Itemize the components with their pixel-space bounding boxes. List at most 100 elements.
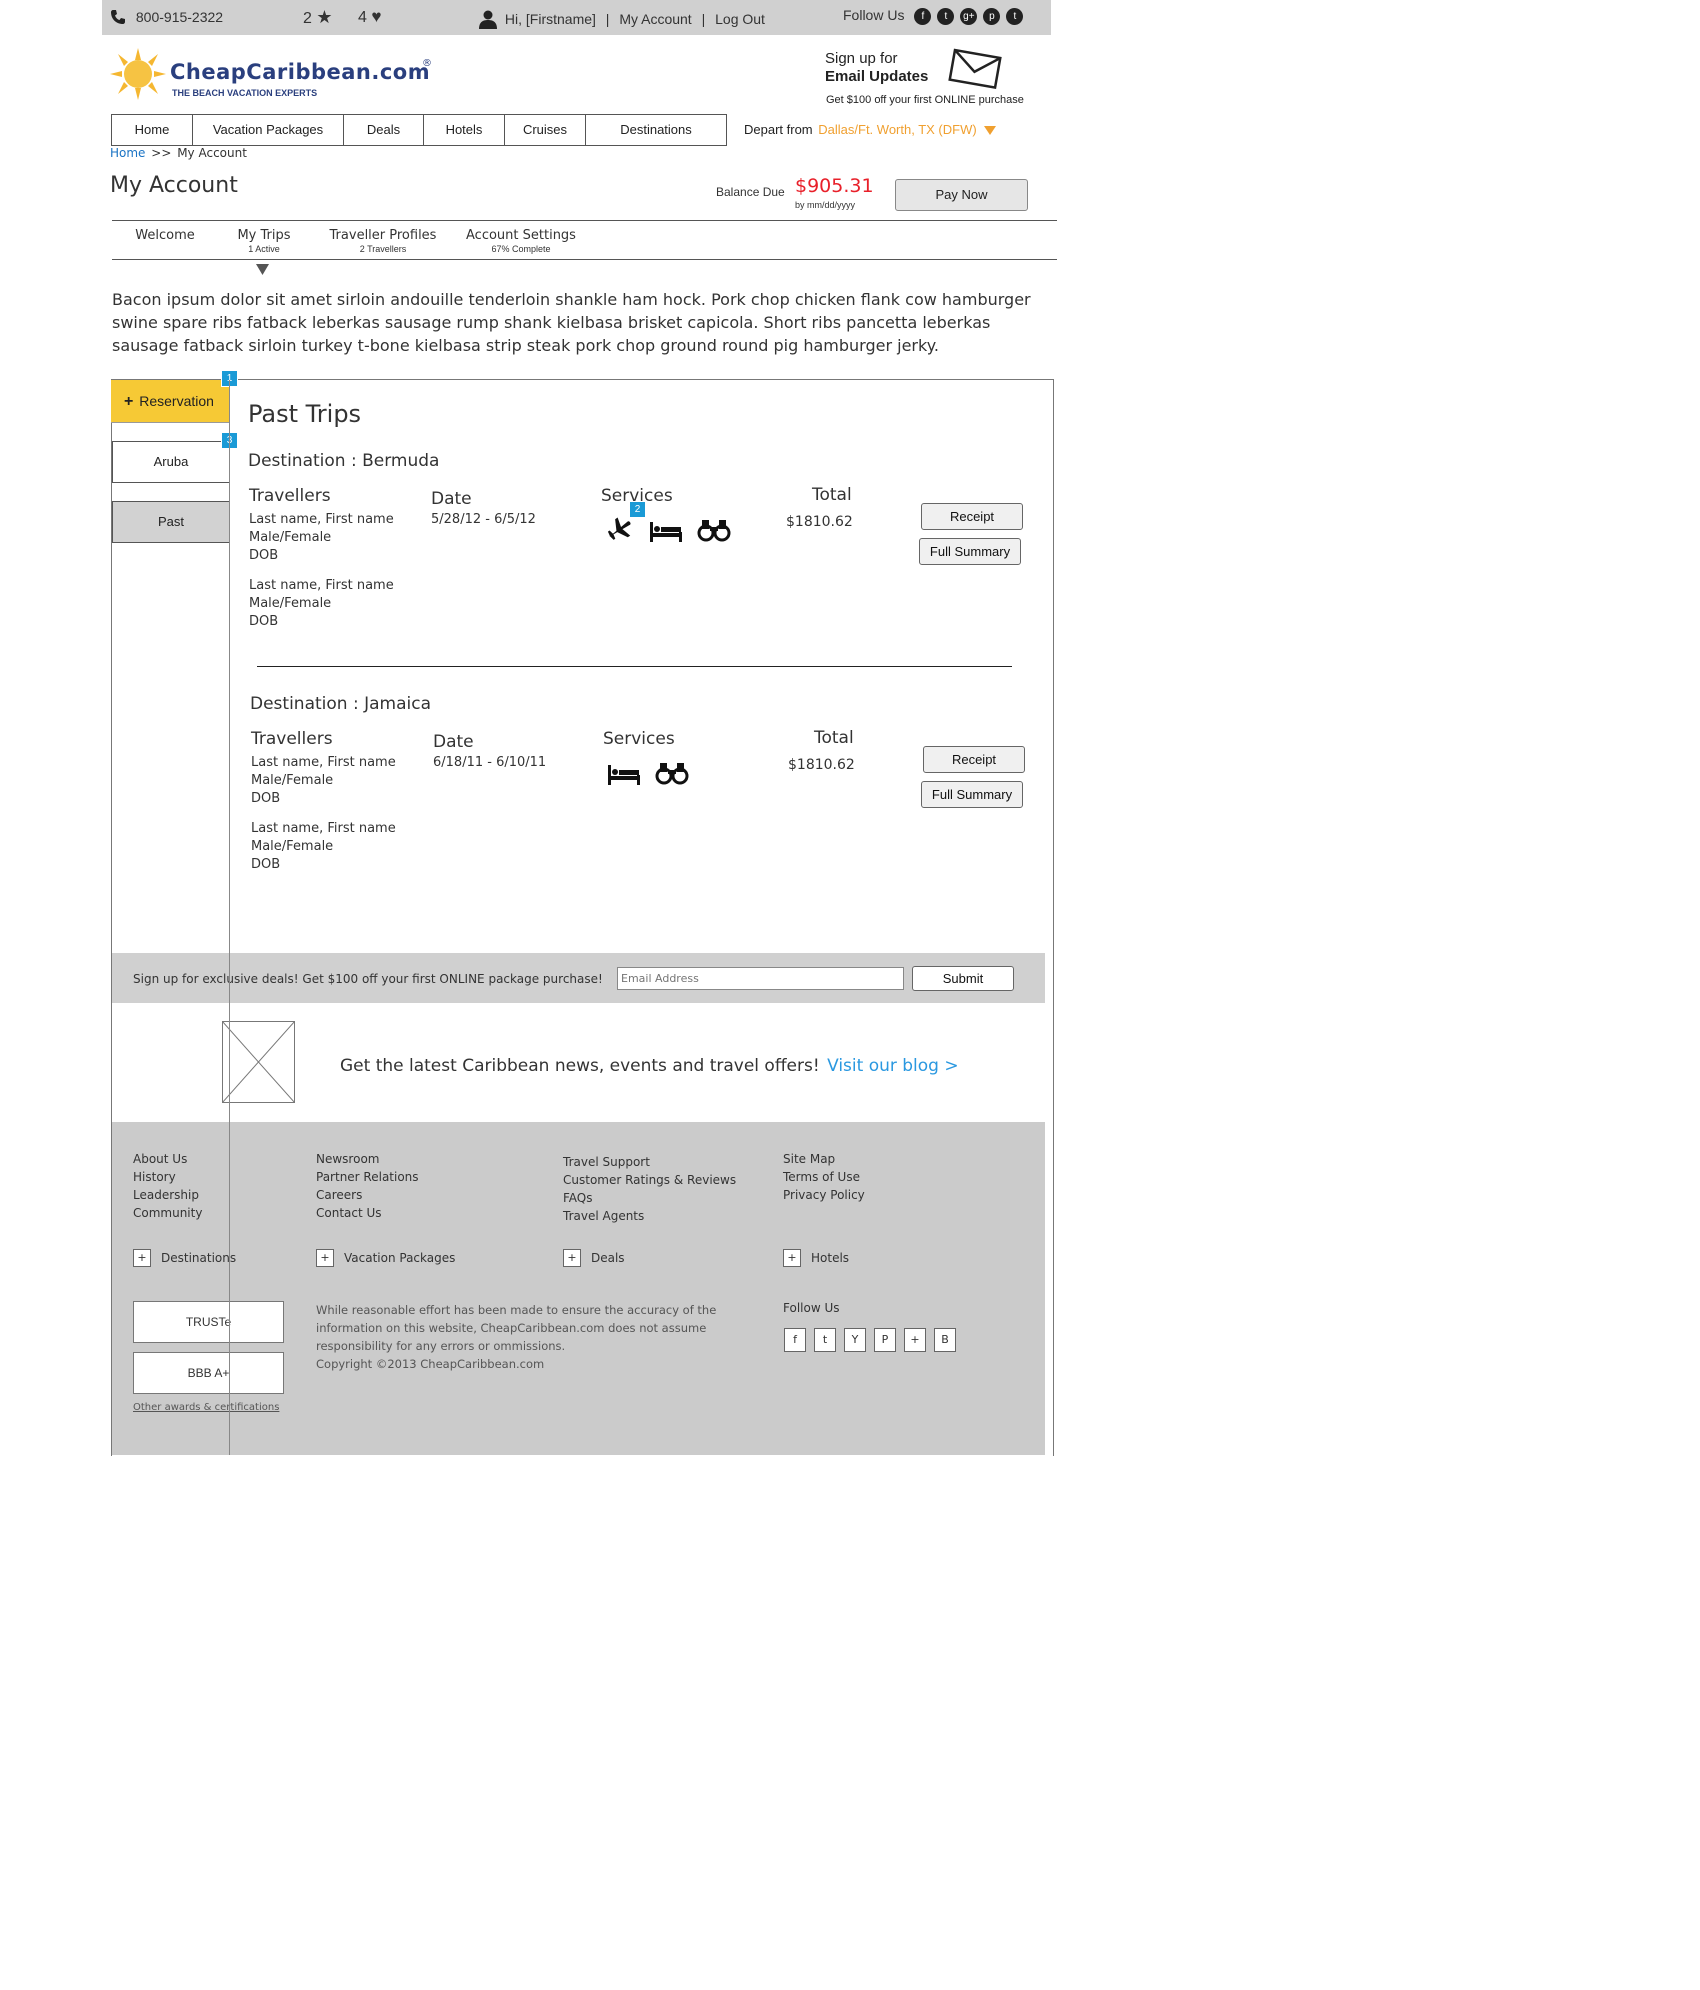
footer-link-privacy-policy[interactable]: Privacy Policy [783, 1186, 865, 1204]
reservation-button[interactable]: + Reservation [111, 380, 229, 423]
footer-link-customer-ratings-reviews[interactable]: Customer Ratings & Reviews [563, 1171, 736, 1189]
footer-expander-hotels[interactable]: + Hotels [783, 1249, 849, 1267]
date-header: Date [433, 732, 474, 752]
plane-icon[interactable] [605, 517, 633, 547]
footer-expander-label: Hotels [811, 1251, 850, 1265]
pinterest-icon[interactable]: p [983, 7, 1001, 25]
tab-my-trips[interactable]: My Trips 1 Active [226, 228, 302, 254]
nav-item-deals[interactable]: Deals [344, 115, 424, 145]
disclaimer-line: While reasonable effort has been made to… [316, 1303, 717, 1317]
trip-dates: 6/18/11 - 6/10/11 [433, 755, 547, 770]
footer-link-history[interactable]: History [133, 1168, 176, 1186]
registered-mark: ® [422, 58, 432, 69]
binoculars-icon[interactable] [697, 518, 731, 546]
traveller-gender: Male/Female [249, 596, 332, 611]
binoculars-icon[interactable] [655, 761, 689, 789]
footer-expander-destinations[interactable]: + Destinations [133, 1249, 236, 1267]
active-tab-indicator-icon [256, 260, 269, 279]
sidebar-divider [229, 380, 230, 1455]
full-summary-button[interactable]: Full Summary [919, 538, 1021, 565]
truste-badge[interactable]: TRUSTe [133, 1301, 284, 1343]
google-plus-icon[interactable]: g+ [960, 7, 978, 25]
facebook-icon[interactable]: f [784, 1328, 806, 1352]
traveller-dob: DOB [249, 614, 279, 629]
past-trips-title: Past Trips [248, 400, 362, 428]
footer-link-community[interactable]: Community [133, 1204, 202, 1222]
top-bar: 800-915-2322 2 ★ 4 ♥ Hi, [Firstname] | M… [102, 0, 1051, 35]
blog-promo: Get the latest Caribbean news, events an… [340, 1056, 959, 1076]
traveller-name: Last name, First name [251, 755, 396, 770]
depart-label: Depart from [744, 122, 813, 137]
trip-destination: Destination : Jamaica [250, 694, 431, 714]
footer-link-partner-relations[interactable]: Partner Relations [316, 1168, 419, 1186]
wishlist-count[interactable]: 4 ♥ [358, 7, 381, 27]
tumblr-icon[interactable]: t [1006, 7, 1024, 25]
balance-amount: $905.31 [795, 175, 874, 197]
footer-link-travel-agents[interactable]: Travel Agents [563, 1207, 644, 1225]
receipt-button[interactable]: Receipt [923, 746, 1025, 773]
google-plus-icon[interactable]: + [904, 1328, 926, 1352]
footer-link-travel-support[interactable]: Travel Support [563, 1153, 650, 1171]
disclaimer: While reasonable effort has been made to… [316, 1301, 716, 1373]
receipt-button[interactable]: Receipt [921, 503, 1023, 530]
balance-label: Balance Due [716, 185, 785, 199]
email-signup-promo[interactable]: Sign up for Email Updates [825, 50, 928, 85]
blog-text: Get the latest Caribbean news, events an… [340, 1056, 820, 1076]
plus-icon: + [124, 393, 134, 410]
blog-icon[interactable]: B [934, 1328, 956, 1352]
pay-now-button[interactable]: Pay Now [895, 179, 1028, 211]
footer-expander-deals[interactable]: + Deals [563, 1249, 625, 1267]
tab-traveller-profiles[interactable]: Traveller Profiles 2 Travellers [318, 228, 448, 254]
disclaimer-line: information on this website, CheapCaribb… [316, 1321, 707, 1335]
tab-label: Traveller Profiles [329, 228, 437, 243]
nav-item-vacation-packages[interactable]: Vacation Packages [193, 115, 344, 145]
plus-icon: + [133, 1249, 151, 1267]
logout-link[interactable]: Log Out [715, 11, 765, 27]
travellers-header: Travellers [251, 729, 333, 749]
favorites-count[interactable]: 2 ★ [303, 7, 333, 28]
email-input[interactable] [617, 967, 904, 990]
blog-link[interactable]: Visit our blog > [827, 1056, 959, 1076]
nav-item-home[interactable]: Home [112, 115, 193, 145]
user-menu: Hi, [Firstname] | My Account | Log Out [478, 9, 765, 32]
depart-from[interactable]: Depart from Dallas/Ft. Worth, TX (DFW) [744, 122, 997, 138]
footer-expander-vacation-packages[interactable]: + Vacation Packages [316, 1249, 455, 1267]
nav-item-cruises[interactable]: Cruises [505, 115, 586, 145]
footer-link-leadership[interactable]: Leadership [133, 1186, 199, 1204]
bed-icon[interactable] [650, 520, 682, 546]
footer-link-site-map[interactable]: Site Map [783, 1150, 835, 1168]
nav-item-hotels[interactable]: Hotels [424, 115, 505, 145]
sidebar-item-past[interactable]: Past [112, 501, 230, 543]
twitter-icon[interactable]: t [937, 7, 955, 25]
footer-link-careers[interactable]: Careers [316, 1186, 362, 1204]
bbb-badge[interactable]: BBB A+ [133, 1352, 284, 1394]
footer-link-contact-us[interactable]: Contact Us [316, 1204, 382, 1222]
date-header: Date [431, 489, 472, 509]
full-summary-button[interactable]: Full Summary [921, 781, 1023, 808]
tab-account-settings[interactable]: Account Settings 67% Complete [458, 228, 584, 254]
nav-item-destinations[interactable]: Destinations [586, 115, 726, 145]
bed-icon[interactable] [608, 763, 640, 789]
main-nav: Home Vacation Packages Deals Hotels Cruises D… [111, 114, 727, 146]
traveller-dob: DOB [251, 791, 281, 806]
youtube-icon[interactable]: Y [844, 1328, 866, 1352]
submit-button[interactable]: Submit [912, 966, 1014, 991]
facebook-icon[interactable]: f [914, 7, 932, 25]
twitter-icon[interactable]: t [814, 1328, 836, 1352]
my-account-link[interactable]: My Account [619, 11, 691, 27]
breadcrumb-home[interactable]: Home [110, 146, 145, 160]
other-awards-link[interactable]: Other awards & certifications [133, 1402, 279, 1413]
tab-label: My Trips [237, 228, 291, 243]
footer-link-faqs[interactable]: FAQs [563, 1189, 593, 1207]
site-logo[interactable] [110, 48, 166, 104]
phone-link[interactable]: 800-915-2322 [110, 9, 223, 28]
logo-tagline: THE BEACH VACATION EXPERTS [172, 88, 318, 98]
pinterest-icon[interactable]: P [874, 1328, 896, 1352]
sidebar-item-aruba[interactable]: Aruba [112, 441, 230, 483]
footer-link-about-us[interactable]: About Us [133, 1150, 187, 1168]
tab-welcome[interactable]: Welcome [126, 228, 204, 243]
traveller-name: Last name, First name [251, 821, 396, 836]
phone-number: 800-915-2322 [135, 9, 224, 26]
footer-link-newsroom[interactable]: Newsroom [316, 1150, 379, 1168]
footer-link-terms-of-use[interactable]: Terms of Use [783, 1168, 860, 1186]
